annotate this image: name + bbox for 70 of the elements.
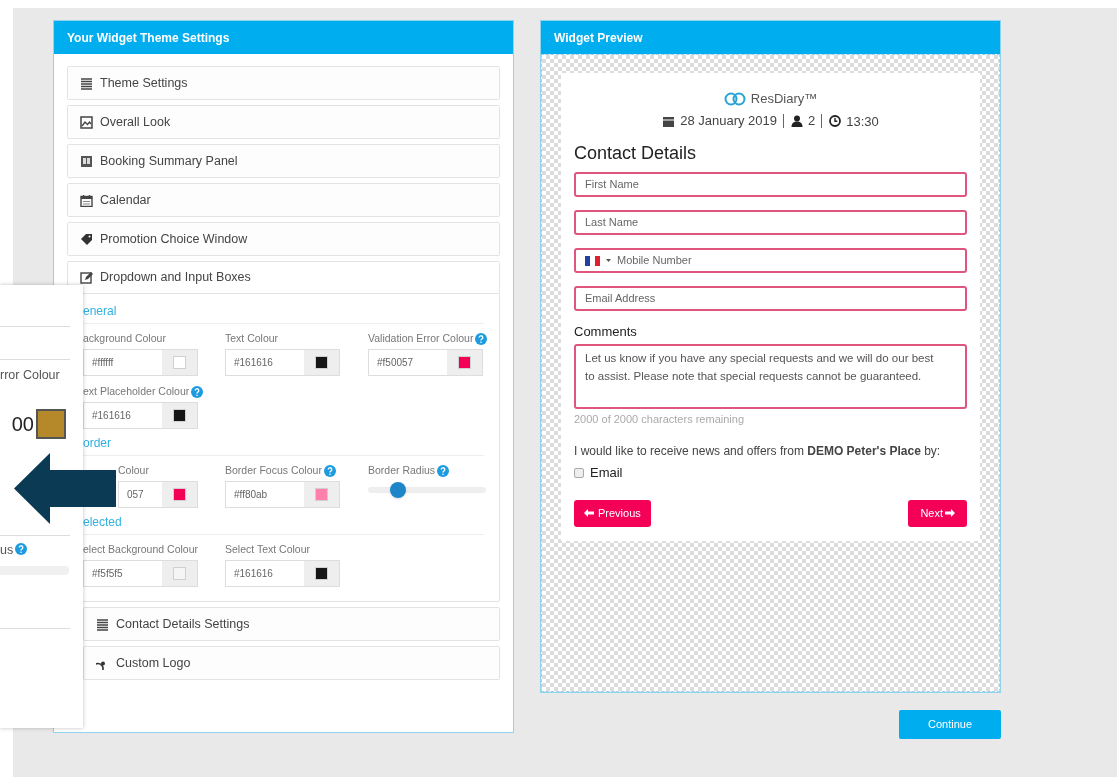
previous-button[interactable]: Previous bbox=[574, 499, 651, 527]
section-header[interactable]: Overall Look bbox=[68, 106, 499, 138]
lines-icon bbox=[96, 617, 109, 631]
group-title: eneral bbox=[83, 302, 484, 324]
clock-icon bbox=[829, 115, 842, 128]
field-label: rror Colour bbox=[0, 367, 61, 384]
input-field[interactable]: Mobile Number bbox=[574, 248, 967, 273]
color-input[interactable]: 00 bbox=[0, 408, 36, 439]
group-title: elected bbox=[83, 513, 484, 535]
caret-icon bbox=[606, 259, 611, 262]
field-label: Select Text Colour bbox=[225, 542, 311, 557]
comments-label: Comments bbox=[574, 323, 638, 341]
arrow-right-icon bbox=[945, 509, 955, 517]
color-input[interactable]: #f5f5f5 bbox=[83, 560, 198, 587]
input-field[interactable]: Email Address bbox=[574, 286, 967, 311]
color-input[interactable]: #161616 bbox=[225, 349, 340, 376]
color-input[interactable]: #161616 bbox=[83, 402, 198, 429]
input-field[interactable]: First Name bbox=[574, 172, 967, 197]
slider-thumb[interactable] bbox=[389, 482, 406, 498]
lines-icon bbox=[80, 76, 93, 90]
field-label: Border Radius bbox=[368, 463, 436, 478]
guest-count: 2 bbox=[808, 114, 823, 129]
section-header[interactable]: Dropdown and Input Boxes bbox=[68, 262, 499, 294]
color-input[interactable]: #ffffff bbox=[83, 349, 198, 376]
booking-date: 28 January 2019 bbox=[680, 114, 785, 129]
next-button[interactable]: Next bbox=[908, 499, 967, 527]
section-header[interactable]: Promotion Choice Window bbox=[68, 223, 499, 255]
panel-title: Widget Preview bbox=[541, 21, 1000, 54]
color-input[interactable]: #161616 bbox=[225, 560, 340, 587]
booking-time: 13:30 bbox=[846, 112, 879, 131]
logo-text: ResDiary™ bbox=[750, 90, 818, 108]
image-icon bbox=[80, 115, 93, 129]
section-header[interactable]: Custom Logo bbox=[84, 647, 499, 679]
color-input[interactable]: #f50057 bbox=[368, 349, 483, 376]
person-icon bbox=[791, 115, 804, 128]
form-heading: Contact Details bbox=[574, 142, 698, 165]
field-label: ackground Colour bbox=[83, 331, 167, 346]
help-icon bbox=[323, 464, 336, 477]
checkbox-label: Email bbox=[590, 464, 623, 482]
calendar-icon bbox=[80, 193, 93, 207]
panel-title: Your Widget Theme Settings bbox=[54, 21, 513, 54]
help-icon bbox=[475, 332, 488, 345]
help-icon bbox=[437, 464, 450, 477]
input-field[interactable]: Last Name bbox=[574, 210, 967, 235]
field-label: us bbox=[0, 541, 14, 559]
help-icon bbox=[15, 543, 30, 558]
field-label: ext Placeholder Colour bbox=[83, 384, 190, 399]
logo-icon bbox=[723, 91, 746, 106]
edit-icon bbox=[80, 271, 93, 284]
help-icon bbox=[191, 385, 204, 398]
field-label: Validation Error Colour bbox=[368, 331, 474, 346]
consent-text: I would like to receive news and offers from DEMO Peter's Place by: bbox=[574, 443, 942, 460]
section-header[interactable]: Calendar bbox=[68, 184, 499, 216]
book-icon bbox=[80, 154, 93, 168]
color-input[interactable]: #ff80ab bbox=[225, 481, 340, 508]
calendar-icon bbox=[662, 114, 676, 128]
character-counter: 2000 of 2000 characters remaining bbox=[574, 411, 745, 427]
color-input[interactable]: 057 bbox=[118, 481, 198, 508]
tag-icon bbox=[80, 232, 93, 246]
field-label: Text Colour bbox=[225, 331, 280, 346]
field-label: elect Background Colour bbox=[83, 542, 199, 557]
flag-icon bbox=[585, 255, 600, 266]
section-header[interactable]: Booking Summary Panel bbox=[68, 145, 499, 177]
group-title: order bbox=[83, 434, 484, 456]
field-label: Border Focus Colour bbox=[225, 463, 322, 478]
comments-field[interactable]: Let us know if you have any special requests and we will do our best to assist. Please note that special requests cannot be guaranteed. bbox=[574, 343, 967, 409]
checkbox[interactable] bbox=[574, 467, 584, 478]
section-header[interactable]: Theme Settings bbox=[68, 67, 499, 99]
arrow-left-icon bbox=[584, 509, 594, 517]
section-header[interactable]: Contact Details Settings bbox=[84, 608, 499, 640]
